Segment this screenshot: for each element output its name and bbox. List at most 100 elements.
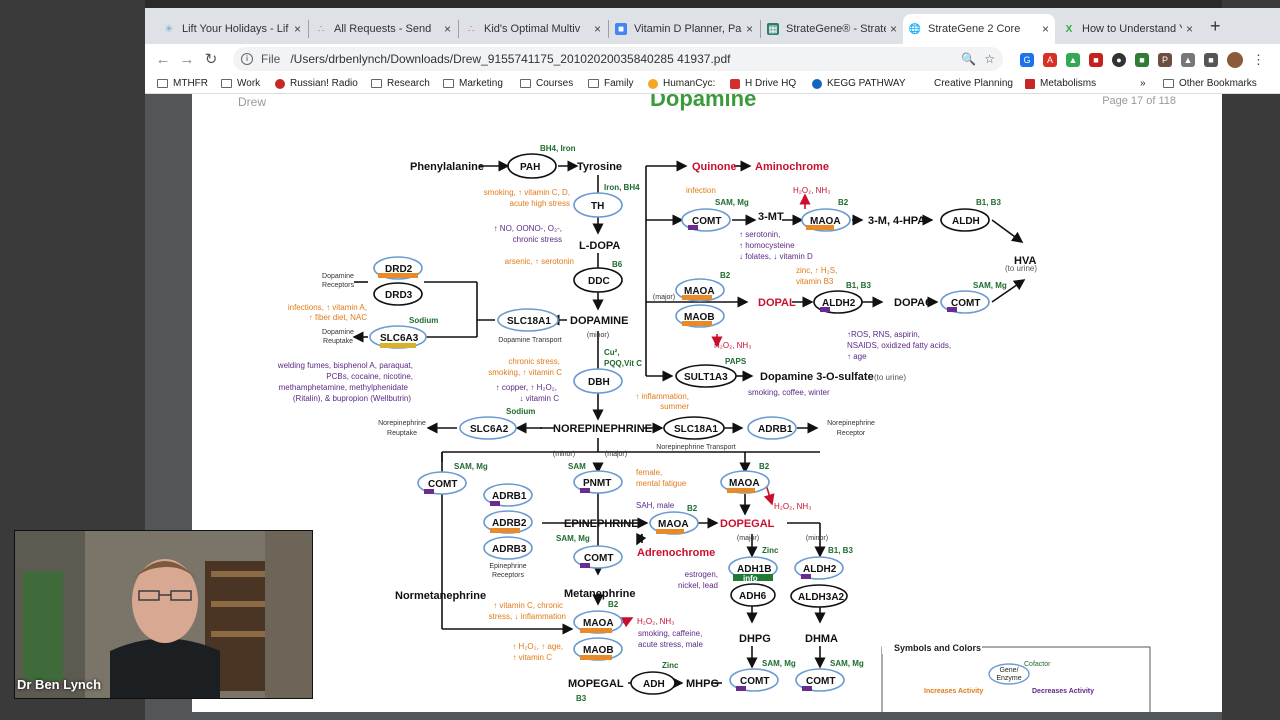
- bookmark-star-icon[interactable]: ☆: [984, 52, 995, 66]
- extension-icon[interactable]: ■: [1204, 53, 1218, 67]
- extension-icon[interactable]: P: [1158, 53, 1172, 67]
- close-tab-icon[interactable]: ×: [746, 22, 753, 36]
- gene-drd3[interactable]: DRD3: [373, 282, 423, 306]
- gene-slc6a3[interactable]: SLC6A3: [369, 325, 427, 349]
- note-th-decrease: chronic stress: [513, 235, 562, 244]
- extension-icon[interactable]: ●: [1112, 53, 1126, 67]
- bookmark-label: Research: [387, 78, 430, 89]
- bookmark-russian-radio[interactable]: Russian! Radio: [275, 78, 358, 89]
- new-tab-button[interactable]: +: [1210, 16, 1221, 37]
- bookmark-marketing[interactable]: Marketing: [443, 78, 503, 89]
- note-dbh-decrease: ↓ vitamin C: [519, 394, 559, 403]
- reload-icon[interactable]: ↻: [199, 50, 223, 68]
- bookmark-creative-planning[interactable]: Creative Planning: [934, 78, 1013, 89]
- gene-aldh2[interactable]: ALDH2: [813, 290, 863, 314]
- close-tab-icon[interactable]: ×: [294, 22, 301, 36]
- adblock-icon[interactable]: A: [1043, 53, 1057, 67]
- tab-how-to-understand[interactable]: X How to Understand Yo ×: [1057, 14, 1199, 44]
- extension-icon[interactable]: G: [1020, 53, 1034, 67]
- menu-icon[interactable]: ⋮: [1252, 52, 1265, 68]
- gene-comt-hva[interactable]: COMT: [940, 290, 990, 314]
- address-bar[interactable]: i File /Users/drbenlynch/Downloads/Drew_…: [233, 47, 1003, 71]
- forward-arrow-icon[interactable]: →: [175, 51, 199, 68]
- gene-adh1b[interactable]: ADH1Binfo: [728, 556, 778, 583]
- bookmark-label: Other Bookmarks: [1179, 78, 1257, 89]
- bookmark-courses[interactable]: Courses: [520, 78, 573, 89]
- svg-text:PNMT: PNMT: [583, 478, 611, 489]
- bookmark-research[interactable]: Research: [371, 78, 430, 89]
- gene-adrb3[interactable]: ADRB3: [483, 536, 533, 560]
- gene-maob-met[interactable]: MAOB: [573, 637, 623, 661]
- back-arrow-icon[interactable]: ←: [151, 51, 175, 68]
- extension-icon[interactable]: ■: [1135, 53, 1149, 67]
- note-comt-decrease: ↑ homocysteine: [739, 241, 795, 250]
- note-met-decrease: acute stress, male: [638, 640, 703, 649]
- bookmark-kegg-pathway[interactable]: KEGG PATHWAY: [812, 78, 906, 89]
- close-tab-icon[interactable]: ×: [1042, 22, 1049, 36]
- close-tab-icon[interactable]: ×: [1186, 22, 1193, 36]
- bookmark-label: Marketing: [459, 78, 503, 89]
- gene-maoa-dopegal[interactable]: MAOA: [720, 470, 770, 494]
- tab-strategene-2-core[interactable]: 🌐 StrateGene 2 Core ×: [903, 14, 1055, 44]
- quinone-label: Quinone: [692, 161, 737, 173]
- gene-maoa-met[interactable]: MAOA: [573, 610, 623, 634]
- gene-drd2[interactable]: DRD2: [373, 256, 423, 280]
- gene-slc18a1-ne[interactable]: SLC18A1: [663, 416, 725, 440]
- info-icon[interactable]: i: [241, 53, 253, 65]
- close-tab-icon[interactable]: ×: [890, 22, 897, 36]
- bookmark-humancyc[interactable]: HumanCyc:: [648, 78, 715, 89]
- tab-all-requests[interactable]: ∴ All Requests - Send ×: [309, 14, 457, 44]
- gene-pnmt[interactable]: PNMT: [573, 470, 623, 494]
- gene-th[interactable]: TH: [573, 192, 623, 218]
- gene-adh6[interactable]: ADH6: [730, 583, 776, 607]
- tab-lift-your-holidays[interactable]: ✳ Lift Your Holidays - Lif ×: [157, 14, 307, 44]
- close-tab-icon[interactable]: ×: [444, 22, 451, 36]
- gene-slc18a1[interactable]: SLC18A1: [497, 308, 559, 332]
- gene-ddc[interactable]: DDC: [573, 267, 623, 293]
- gene-comt-epi[interactable]: COMT: [573, 545, 623, 569]
- zoom-icon[interactable]: 🔍: [961, 52, 976, 66]
- gene-maob-dopal[interactable]: MAOB: [675, 304, 725, 328]
- note-dbh-decrease: ↑ copper, ↑ H₂O₂,: [496, 383, 557, 392]
- bookmark-metabolisms[interactable]: Metabolisms: [1025, 78, 1096, 89]
- chart-extension-icon[interactable]: ▲: [1066, 53, 1080, 67]
- bookmark-other-bookmarks[interactable]: Other Bookmarks: [1163, 78, 1257, 89]
- bookmark-work[interactable]: Work: [221, 78, 260, 89]
- gene-maoa-3mt[interactable]: MAOA: [801, 208, 851, 232]
- gene-comt-3mt[interactable]: COMT: [681, 208, 731, 232]
- close-tab-icon[interactable]: ×: [594, 22, 601, 36]
- gene-aldh[interactable]: ALDH: [940, 208, 990, 232]
- bookmarks-overflow-chevron[interactable]: »: [1140, 78, 1146, 89]
- profile-avatar[interactable]: [1227, 52, 1243, 68]
- cofactor-b1-b3: B1, B3: [828, 546, 853, 555]
- url-text[interactable]: /Users/drbenlynch/Downloads/Drew_9155741…: [290, 52, 730, 66]
- tab-strategene[interactable]: ▦ StrateGene® - Strateg ×: [761, 14, 903, 44]
- gene-adrb1-ne[interactable]: ADRB1: [747, 416, 797, 440]
- puzzle-icon[interactable]: ▲: [1181, 53, 1195, 67]
- gene-adrb1[interactable]: ADRB1: [483, 483, 533, 507]
- extension-icon[interactable]: ■: [1089, 53, 1103, 67]
- gene-sult1a3[interactable]: SULT1A3: [675, 364, 737, 388]
- gene-aldh2-b[interactable]: ALDH2: [794, 556, 844, 580]
- gene-comt-left[interactable]: COMT: [417, 471, 467, 495]
- gene-dbh[interactable]: DBH: [573, 368, 623, 394]
- note-major: (major): [737, 535, 759, 542]
- bookmark-family[interactable]: Family: [588, 78, 633, 89]
- gene-comt-dhma[interactable]: COMT: [795, 668, 845, 692]
- folder-icon: [588, 79, 599, 88]
- svg-text:ADRB3: ADRB3: [492, 544, 527, 555]
- gene-pah[interactable]: PAH: [507, 153, 557, 179]
- gene-slc6a2[interactable]: SLC6A2: [459, 416, 517, 440]
- bookmark-h-drive-hq[interactable]: H Drive HQ: [730, 78, 796, 89]
- gene-adrb2[interactable]: ADRB2: [483, 510, 533, 534]
- tab-vitamin-d-planner[interactable]: ■ Vitamin D Planner, Pa ×: [609, 14, 759, 44]
- gene-comt-dhpg[interactable]: COMT: [729, 668, 779, 692]
- info-badge[interactable]: info: [743, 574, 758, 583]
- mopegal-label: MOPEGAL: [568, 678, 624, 690]
- bookmark-mthfr[interactable]: MTHFR: [157, 78, 208, 89]
- gene-maoa-dopal[interactable]: MAOA: [675, 278, 725, 302]
- gene-aldh3a2[interactable]: ALDH3A2: [790, 584, 848, 608]
- gene-maoa-epi[interactable]: MAOA: [649, 511, 699, 535]
- gene-adh[interactable]: ADH: [630, 671, 676, 695]
- tab-kids-optimal[interactable]: ∴ Kid's Optimal Multiv ×: [459, 14, 607, 44]
